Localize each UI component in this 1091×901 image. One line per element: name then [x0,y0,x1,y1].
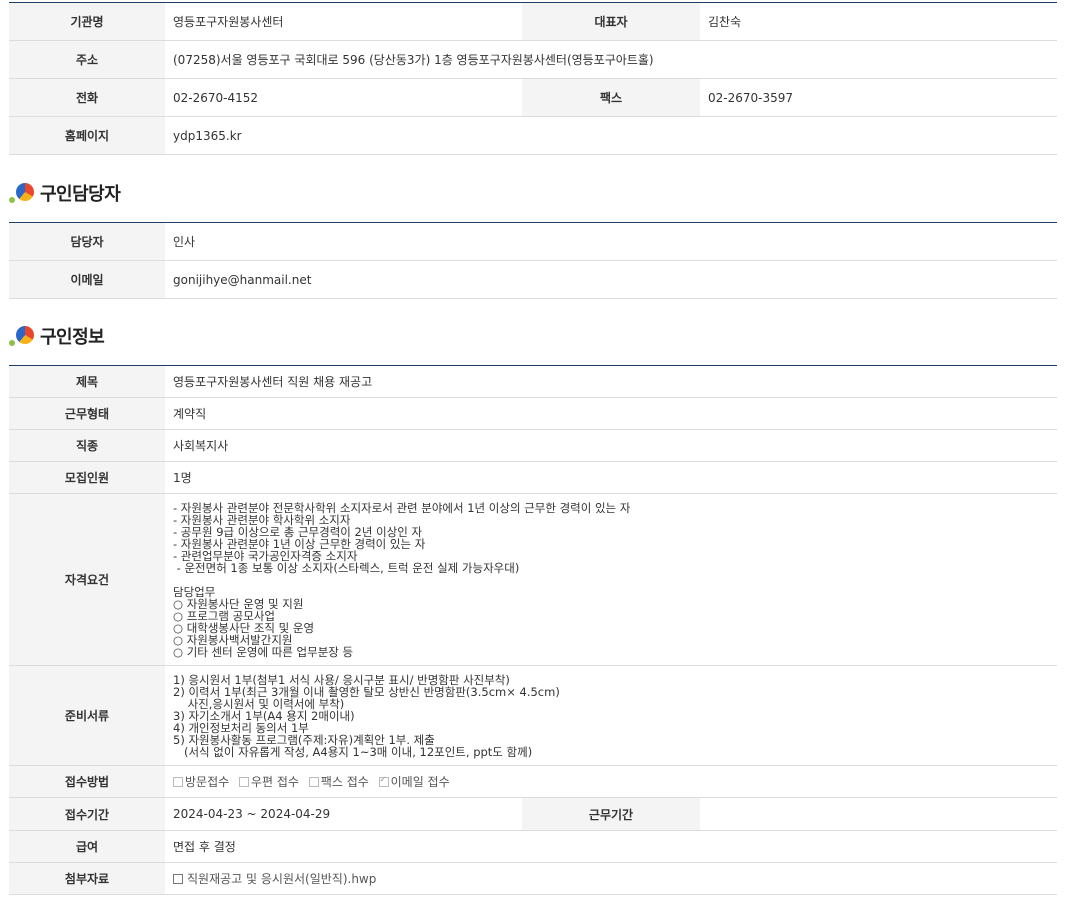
job-qualification-value: - 자원봉사 관련분야 전문학사학위 소지자로서 관련 분야에서 1년 이상의 … [165,493,1057,666]
qualification-line: ○ 기타 센터 운영에 따른 업무분장 등 [173,644,354,659]
method-fax-checkbox[interactable] [308,777,319,787]
org-phone-row: 전화 02-2670-4152 팩스 02-2670-3597 [9,78,1057,117]
contact-email-row: 이메일 gonijihye@hanmail.net [9,260,1057,299]
section-bullet-icon [9,324,37,348]
method-visit: 방문접수 [173,775,229,789]
qualification-line: - 자원봉사 관련분야 전문학사학위 소지자로서 관련 분야에서 1년 이상의 … [173,500,631,515]
contact-manager-row: 담당자 인사 [9,222,1057,261]
job-qualification-row: 자격요건 - 자원봉사 관련분야 전문학사학위 소지자로서 관련 분야에서 1년… [9,493,1057,666]
qualification-line: - 공무원 9급 이상으로 총 근무경력이 2년 이상인 자 [173,524,423,539]
job-section-title: 구인정보 [40,327,105,348]
org-address-value: (07258)서울 영등포구 국회대로 596 (당산동3가) 1층 영등포구자… [165,40,1057,79]
job-workperiod-value [700,797,1057,831]
qualification-line: ○ 대학생봉사단 조직 및 운영 [173,620,315,635]
documents-line: 4) 개인정보처리 동의서 1부 [173,720,309,735]
job-subject-value: 영등포구자원봉사센터 직원 채용 재공고 [165,365,1057,398]
method-mail-checkbox[interactable] [239,777,249,787]
job-documents-label: 준비서류 [9,665,165,766]
job-method-value: 방문접수 우편 접수 팩스 접수 이메일 접수 [165,765,1057,798]
method-fax: 팩스 접수 [308,775,369,789]
org-rep-label: 대표자 [522,2,700,41]
org-name-value: 영등포구자원봉사센터 [165,2,522,41]
job-period-label: 접수기간 [9,797,165,831]
documents-line: 1) 응시원서 1부(첨부1 서식 사용/ 응시구분 표시/ 반명함판 사진부착… [173,672,510,687]
contact-section-heading: 구인담당자 [9,181,121,205]
contact-manager-label: 담당자 [9,222,165,261]
job-salary-label: 급여 [9,830,165,863]
job-info-table: 제목 영등포구자원봉사센터 직원 채용 재공고 근무형태 계약직 직종 사회복지… [9,365,1057,895]
contact-table: 담당자 인사 이메일 gonijihye@hanmail.net [9,222,1057,299]
job-qualification-label: 자격요건 [9,493,165,666]
qualification-line: ○ 자원봉사백서발간지원 [173,632,293,647]
org-name-row: 기관명 영등포구자원봉사센터 대표자 김찬숙 [9,2,1057,41]
qualification-line: ○ 자원봉사단 운영 및 지원 [173,596,304,611]
file-icon [173,874,183,884]
job-section-heading: 구인정보 [9,324,105,348]
job-jobtype-label: 직종 [9,429,165,462]
org-info-table: 기관명 영등포구자원봉사센터 대표자 김찬숙 주소 (07258)서울 영등포구… [9,2,1057,155]
org-homepage-label: 홈페이지 [9,116,165,155]
org-rep-value: 김찬숙 [700,2,1057,41]
job-method-row: 접수방법 방문접수 우편 접수 팩스 접수 이메일 접수 [9,765,1057,798]
org-name-label: 기관명 [9,2,165,41]
contact-manager-value: 인사 [165,222,1057,261]
job-attachment-value: 직원재공고 및 응시원서(일반직).hwp [165,862,1057,895]
method-email-checkbox[interactable] [378,775,389,787]
documents-line: 2) 이력서 1부(최근 3개월 이내 촬영한 탈모 상반신 반명함판(3.5c… [173,684,560,699]
attachment-link[interactable]: 직원재공고 및 응시원서(일반직).hwp [187,872,376,886]
qualification-line: - 자원봉사 관련분야 1년 이상 근무한 경력이 있는 자 [173,536,426,551]
job-subject-row: 제목 영등포구자원봉사센터 직원 채용 재공고 [9,365,1057,398]
job-headcount-label: 모집인원 [9,461,165,494]
method-email: 이메일 접수 [378,775,450,789]
contact-section-title: 구인담당자 [40,184,121,205]
org-homepage-row: 홈페이지 ydp1365.kr [9,116,1057,155]
method-visit-checkbox[interactable] [173,777,183,787]
qualification-line: - 관련업무분야 국가공인자격증 소지자 [173,548,358,563]
qualification-line: - 자원봉사 관련분야 학사학위 소지자 [173,512,351,527]
qualification-line: - 운전면허 1종 보통 이상 소지자(스타렉스, 트럭 운전 실제 가능자우대… [173,560,520,575]
job-workperiod-label: 근무기간 [522,797,700,831]
job-period-row: 접수기간 2024-04-23 ~ 2024-04-29 근무기간 [9,797,1057,831]
job-jobtype-value: 사회복지사 [165,429,1057,462]
contact-email-label: 이메일 [9,260,165,299]
org-homepage-value[interactable]: ydp1365.kr [165,116,1057,155]
qualification-line: ○ 프로그램 공모사업 [173,608,275,623]
job-period-value: 2024-04-23 ~ 2024-04-29 [165,797,522,831]
job-headcount-row: 모집인원 1명 [9,461,1057,494]
org-fax-label: 팩스 [522,78,700,117]
job-jobtype-row: 직종 사회복지사 [9,429,1057,462]
qualification-line [173,574,1056,586]
org-phone-value: 02-2670-4152 [165,78,522,117]
org-fax-value: 02-2670-3597 [700,78,1057,117]
org-phone-label: 전화 [9,78,165,117]
documents-line: 5) 자원봉사활동 프로그램(주제:자유)계획안 1부. 제출 [173,732,435,747]
method-mail: 우편 접수 [239,775,299,789]
documents-line: 사진,응시원서 및 이력서에 부착) [173,696,345,711]
job-salary-row: 급여 면접 후 결정 [9,830,1057,863]
job-documents-value: 1) 응시원서 1부(첨부1 서식 사용/ 응시구분 표시/ 반명함판 사진부착… [165,665,1057,766]
documents-line: (서식 없이 자유롭게 작성, A4용지 1~3매 이내, 12포인트, ppt… [173,744,533,759]
section-bullet-icon [9,181,37,205]
job-salary-value: 면접 후 결정 [165,830,1057,863]
job-documents-row: 준비서류 1) 응시원서 1부(첨부1 서식 사용/ 응시구분 표시/ 반명함판… [9,665,1057,766]
job-attachment-label: 첨부자료 [9,862,165,895]
job-worktype-label: 근무형태 [9,397,165,430]
job-worktype-value: 계약직 [165,397,1057,430]
contact-email-value[interactable]: gonijihye@hanmail.net [165,260,1057,299]
documents-line: 3) 자기소개서 1부(A4 용지 2매이내) [173,708,355,723]
job-subject-label: 제목 [9,365,165,398]
qualification-line: 담당업무 [173,584,216,599]
org-address-label: 주소 [9,40,165,79]
job-headcount-value: 1명 [165,461,1057,494]
job-worktype-row: 근무형태 계약직 [9,397,1057,430]
org-address-row: 주소 (07258)서울 영등포구 국회대로 596 (당산동3가) 1층 영등… [9,40,1057,79]
job-method-label: 접수방법 [9,765,165,798]
job-attachment-row: 첨부자료 직원재공고 및 응시원서(일반직).hwp [9,862,1057,895]
